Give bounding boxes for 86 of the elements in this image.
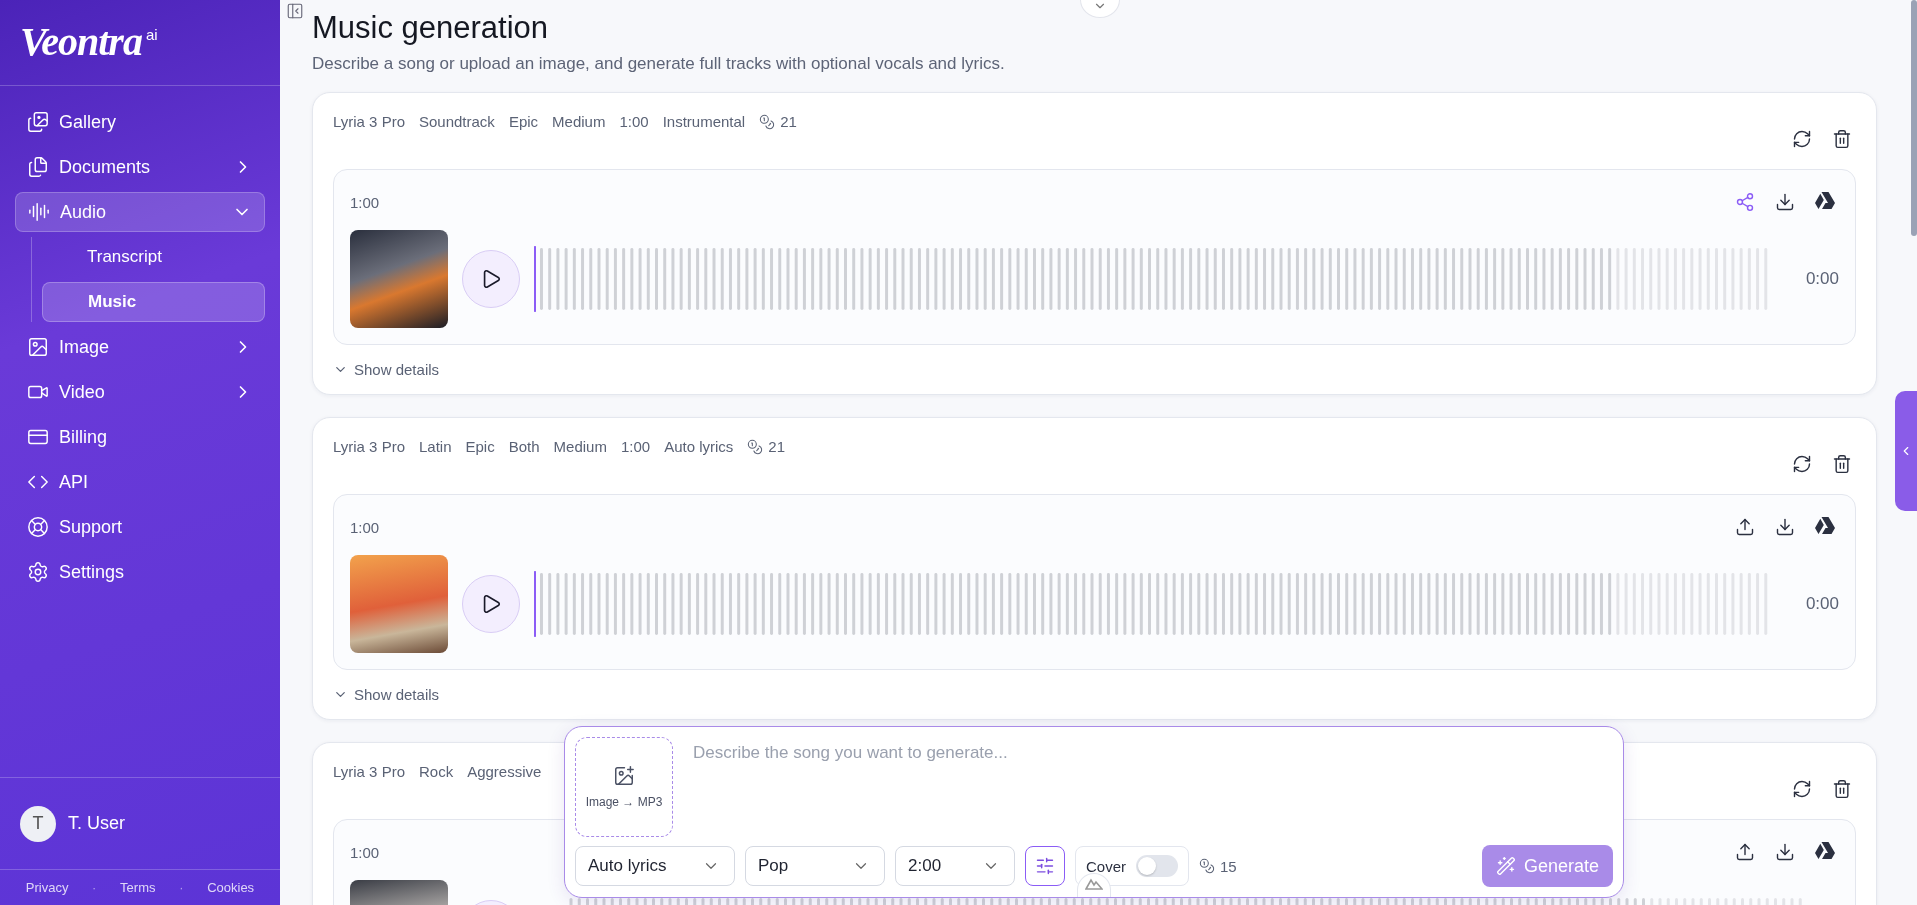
dropdown-select[interactable]: 2:00 <box>895 846 1015 886</box>
audio-icon <box>28 201 50 223</box>
refresh-icon <box>1792 454 1812 474</box>
track-tag: Medium <box>553 438 607 455</box>
footer-link[interactable]: Cookies <box>207 880 255 895</box>
track-time: 0:00 <box>1804 269 1839 289</box>
drive-icon <box>1815 842 1835 860</box>
upload-icon <box>1735 517 1755 537</box>
side-panel-tab[interactable] <box>1895 391 1917 511</box>
settings-icon <box>27 561 49 583</box>
track-tag: 1:00 <box>620 438 651 455</box>
track-tag: Latin <box>419 438 452 455</box>
image-upload-button[interactable]: Image → MP3 <box>575 737 673 837</box>
trash-icon <box>1832 454 1852 474</box>
drive-icon <box>1815 517 1835 535</box>
nav-item[interactable]: Video <box>15 372 265 412</box>
nav-item[interactable]: Support <box>15 507 265 547</box>
credit-count: 15 <box>1199 857 1237 875</box>
footer-link[interactable]: Terms <box>120 880 156 895</box>
drive-icon <box>1815 192 1835 210</box>
track-tag: Lyria 3 Pro <box>333 763 405 780</box>
image-plus-icon <box>613 765 635 787</box>
panel-collapse-icon <box>286 2 304 20</box>
mountain-icon <box>1085 878 1103 890</box>
footer-link[interactable]: Privacy <box>25 880 69 895</box>
track-duration: 1:00 <box>350 193 380 211</box>
advanced-settings-button[interactable] <box>1025 846 1065 886</box>
sidebar-collapse-button[interactable] <box>286 2 304 20</box>
track-tag: Soundtrack <box>419 113 495 130</box>
track-time: 0:00 <box>1804 594 1839 614</box>
nav-item[interactable]: Audio <box>15 192 265 232</box>
logo: Veontra <box>20 18 142 65</box>
logo-superscript: ai <box>145 26 158 43</box>
cover-label: Cover <box>1086 857 1126 875</box>
nav-item[interactable]: Image <box>15 327 265 367</box>
support-icon <box>27 516 49 538</box>
dropdown-select[interactable]: Auto lyrics <box>575 846 735 886</box>
nav-item[interactable]: API <box>15 462 265 502</box>
nav-item[interactable]: Billing <box>15 417 265 457</box>
cover-switch[interactable] <box>1136 855 1178 877</box>
page-title: Music generation <box>312 10 550 46</box>
track-duration: 1:00 <box>350 843 380 861</box>
separator-dot: · <box>92 880 97 895</box>
show-details-toggle[interactable]: Show details <box>333 686 440 703</box>
download-icon <box>1775 192 1795 212</box>
credit-count: 21 <box>759 113 797 130</box>
trash-icon <box>1832 129 1852 149</box>
share-icon <box>1735 192 1755 212</box>
show-details-toggle[interactable]: Show details <box>333 361 440 378</box>
track-tag: Epic <box>508 113 539 130</box>
track-duration: 1:00 <box>350 518 380 536</box>
refresh-icon <box>1792 779 1812 799</box>
download-icon <box>1775 842 1795 862</box>
track-tag: Epic <box>465 438 495 455</box>
documents-icon <box>27 156 49 178</box>
trash-icon <box>1832 779 1852 799</box>
credit-count: 21 <box>747 438 785 455</box>
track-tag: Lyria 3 Pro <box>333 113 405 130</box>
separator-dot: · <box>179 880 184 895</box>
nav-subitem[interactable]: Music <box>42 282 265 322</box>
user-avatar[interactable]: T <box>20 805 56 842</box>
magic-wand-icon <box>1495 856 1516 876</box>
nav-item[interactable]: Gallery <box>15 102 265 142</box>
track-tag: Lyria 3 Pro <box>333 438 405 455</box>
track-tag: 1:00 <box>619 113 649 130</box>
track-tag: Instrumental <box>662 113 746 130</box>
dropdown-select[interactable]: Pop <box>745 846 885 886</box>
track-tag: Auto lyrics <box>664 438 734 455</box>
nav-item[interactable]: Documents <box>15 147 265 187</box>
download-icon <box>1775 517 1795 537</box>
nav-item[interactable]: Settings <box>15 552 265 592</box>
upload-icon <box>1735 842 1755 862</box>
track-tag: Aggressive <box>467 763 542 780</box>
track-tag: Rock <box>419 763 454 780</box>
gallery-icon <box>27 111 49 133</box>
coins-icon <box>759 113 776 130</box>
track-tag: Medium <box>552 113 606 130</box>
user-name: T. User <box>68 813 125 834</box>
refresh-icon <box>1792 129 1812 149</box>
coins-icon <box>747 438 764 455</box>
page-subtitle: Describe a song or upload an image, and generate full tracks with optional vocals and lyrics. <box>312 54 1006 74</box>
nav-subitem[interactable]: Transcript <box>42 237 265 277</box>
image-icon <box>27 336 49 358</box>
coins-icon <box>1199 858 1215 874</box>
track-tag: Both <box>508 438 540 455</box>
sliders-icon <box>1035 856 1055 876</box>
